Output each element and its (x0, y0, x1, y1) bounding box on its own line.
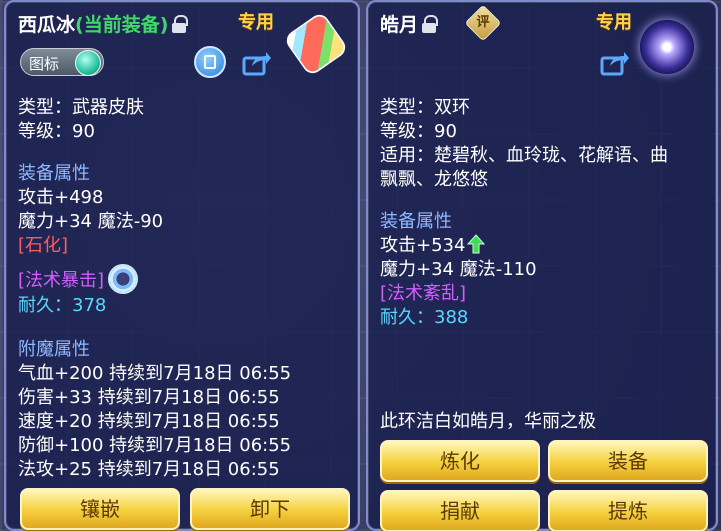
right-item-name: 皓月 (380, 14, 419, 36)
lock-icon[interactable] (172, 15, 189, 33)
rating-badge-label: 评 (476, 15, 490, 30)
icon-toggle-label: 图标 (29, 55, 60, 73)
enchant-attr-title: 附魔属性 (18, 339, 90, 360)
left-item-details: 类型：武器皮肤 等级：90 装备属性 攻击+498 魔力+34 魔法-90 [石… (18, 96, 291, 482)
left-magic-line: 魔力+34 魔法-90 (18, 211, 164, 232)
archive-button[interactable] (194, 46, 226, 78)
donate-button[interactable]: 捐献 (380, 490, 540, 531)
spell-crit-tag: [法术暴击] (18, 270, 105, 291)
right-item-ring-icon (640, 20, 694, 74)
right-attack-row: 攻击+534 (380, 234, 668, 258)
right-magic-line: 魔力+34 魔法-110 (380, 259, 537, 280)
left-level-line: 等级：90 (18, 121, 95, 142)
right-type-line: 类型：双环 (380, 97, 470, 118)
applies-line-2: 飘飘、龙悠悠 (380, 169, 488, 190)
left-share-button[interactable] (242, 50, 272, 76)
unequip-button[interactable]: 卸下 (190, 488, 350, 530)
enchant-line: 伤害+33 持续到7月18日 06:55 (18, 387, 280, 408)
icon-toggle[interactable]: 图标 (20, 48, 104, 76)
up-arrow-icon (467, 234, 486, 254)
current-equipment-panel: 西瓜冰(当前装备) 专用 图标 类型：武器皮肤 等级：90 装备属性 攻击+49… (4, 0, 360, 531)
enchant-list: 气血+200 持续到7月18日 06:55 伤害+33 持续到7月18日 06:… (18, 362, 291, 482)
spell-chaos-tag: [法术紊乱] (380, 283, 467, 304)
right-equip-attr-title: 装备属性 (380, 211, 452, 232)
compare-item-panel: 皓月 评 专用 类型：双环 等级：90 适用：楚碧秋、血玲珑、花解语、曲 飘飘、… (366, 0, 718, 531)
spell-crit-row: [法术暴击] (18, 264, 291, 294)
extract-button[interactable]: 提炼 (548, 490, 708, 531)
left-item-title: 西瓜冰(当前装备) (18, 10, 189, 37)
lock-icon[interactable] (422, 15, 439, 33)
rating-badge[interactable]: 评 (464, 4, 502, 42)
petrify-tag: [石化] (18, 235, 69, 256)
current-equipped-label: (当前装备) (75, 14, 169, 36)
right-item-details: 类型：双环 等级：90 适用：楚碧秋、血玲珑、花解语、曲 飘飘、龙悠悠 装备属性… (380, 96, 668, 330)
left-exclusive-label: 专用 (238, 12, 274, 33)
right-durability-line: 耐久：388 (380, 307, 469, 328)
left-durability-line: 耐久：378 (18, 295, 107, 316)
left-item-popsicle-icon (282, 10, 350, 78)
enchant-line: 速度+20 持续到7月18日 06:55 (18, 411, 280, 432)
right-level-line: 等级：90 (380, 121, 457, 142)
equip-button[interactable]: 装备 (548, 440, 708, 482)
left-type-line: 类型：武器皮肤 (18, 97, 144, 118)
left-item-name: 西瓜冰 (18, 14, 76, 36)
right-attack-line: 攻击+534 (380, 235, 466, 256)
left-equip-attr-title: 装备属性 (18, 163, 90, 184)
archive-icon (204, 55, 216, 69)
refine-button[interactable]: 炼化 (380, 440, 540, 482)
inlay-button[interactable]: 镶嵌 (20, 488, 180, 530)
applies-line-1: 适用：楚碧秋、血玲珑、花解语、曲 (380, 145, 668, 166)
right-share-button[interactable] (600, 50, 630, 76)
right-item-title: 皓月 (380, 10, 439, 37)
item-description: 此环洁白如皓月，华丽之极 (380, 411, 596, 432)
left-attack-line: 攻击+498 (18, 187, 104, 208)
share-icon (242, 52, 271, 76)
enchant-line: 气血+200 持续到7月18日 06:55 (18, 363, 292, 384)
enchant-line: 法攻+25 持续到7月18日 06:55 (18, 459, 280, 480)
spell-crit-swirl-icon[interactable] (108, 264, 139, 294)
share-icon (600, 52, 629, 76)
toggle-knob (75, 50, 101, 76)
right-exclusive-label: 专用 (596, 12, 632, 33)
enchant-line: 防御+100 持续到7月18日 06:55 (18, 435, 292, 456)
